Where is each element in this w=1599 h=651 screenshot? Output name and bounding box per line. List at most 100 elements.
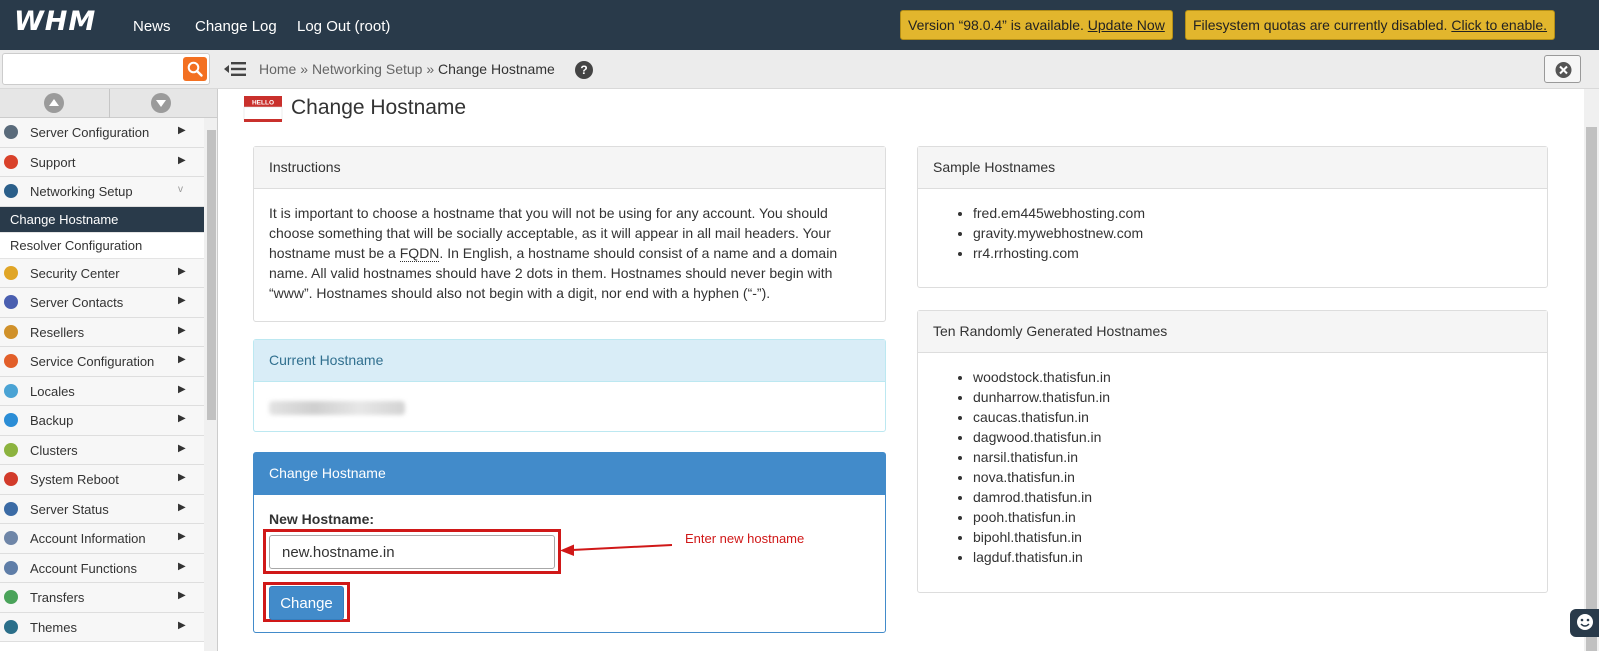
sidebar-subitem-resolver-configuration[interactable]: Resolver Configuration [0,232,204,259]
sidebar-item-label: Clusters [30,442,78,458]
breadcrumb-bar: Home » Networking Setup » Change Hostnam… [0,50,1599,89]
sidebar-scroll-down-button[interactable] [151,93,171,113]
breadcrumb-home[interactable]: Home [259,61,296,77]
expand-arrow-icon: ▶ [178,619,186,631]
sidebar-item-system-reboot[interactable]: System Reboot ▶ [0,465,204,495]
instructions-text: It is important to choose a hostname tha… [254,189,885,317]
page-scrollbar-thumb[interactable] [1586,127,1597,651]
expand-arrow-icon: ▶ [178,442,186,454]
sidebar-item-label: Backup [30,413,74,428]
sample-hostname-item: rr4.rrhosting.com [973,243,1532,263]
sidebar-subitem-change-hostname[interactable]: Change Hostname [0,206,204,233]
random-hostnames-heading: Ten Randomly Generated Hostnames [918,311,1547,353]
sidebar-item-icon [4,154,18,169]
new-hostname-label: New Hostname: [269,511,375,527]
breadcrumb-networking-setup[interactable]: Networking Setup [312,61,423,77]
sidebar-item-label: Networking Setup [30,184,133,199]
sidebar: Server Configuration ▶ Support ▶ Networking … [0,89,218,651]
search-input[interactable] [2,53,210,85]
sidebar-item-label: Themes [30,619,77,635]
close-button[interactable] [1544,55,1581,83]
random-hostname-item: dagwood.thatisfun.in [973,427,1532,447]
random-hostname-item: damrod.thatisfun.in [973,487,1532,507]
nav-logout-link[interactable]: Log Out (root) [297,18,390,35]
sidebar-item-label: System Reboot [30,472,119,487]
sidebar-item-icon [4,354,18,368]
sample-hostnames-list: fred.em445webhosting.comgravity.mywebhos… [933,203,1532,263]
change-hostname-button[interactable]: Change [269,586,344,620]
help-icon[interactable]: ? [575,61,593,79]
breadcrumb: Home » Networking Setup » Change Hostnam… [259,61,555,77]
top-bar: WHM News Change Log Log Out (root) Versi… [0,0,1599,50]
sidebar-scrollbar-thumb[interactable] [207,130,216,420]
whm-logo[interactable]: WHM [14,6,96,37]
sidebar-divider [109,89,110,118]
sample-hostnames-body: fred.em445webhosting.comgravity.mywebhos… [918,189,1547,277]
update-now-link[interactable]: Update Now [1088,17,1165,33]
sidebar-item-account-information[interactable]: Account Information ▶ [0,524,204,554]
current-hostname-body [254,382,885,434]
breadcrumb-separator: » [300,61,309,77]
sidebar-item-server-configuration[interactable]: Server Configuration ▶ [0,118,204,148]
expand-arrow-icon: ▶ [178,383,186,395]
sidebar-item-icon [4,413,18,427]
sidebar-item-label: Security Center [30,265,120,281]
sidebar-item-support[interactable]: Support ▶ [0,147,204,177]
fqdn-abbreviation: FQDN [399,245,440,262]
sidebar-item-label: Server Configuration [30,125,150,140]
sidebar-item-transfers[interactable]: Transfers ▶ [0,583,204,613]
sidebar-item-label: Resellers [30,324,85,340]
page-scrollbar[interactable] [1584,89,1599,651]
sidebar-scrollbar[interactable] [204,118,217,651]
sidebar-item-locales[interactable]: Locales ▶ [0,376,204,406]
expand-arrow-icon: ▶ [178,324,186,336]
expand-arrow-icon: ▶ [178,560,186,572]
current-hostname-panel: Current Hostname [253,339,886,432]
sidebar-item-security-center[interactable]: Security Center ▶ [0,258,204,288]
current-hostname-heading: Current Hostname [254,340,885,382]
sidebar-item-icon [4,531,18,545]
menu-collapse-icon[interactable] [224,59,246,79]
expand-arrow-icon: ▶ [178,472,186,483]
quota-notice: Filesystem quotas are currently disabled… [1185,10,1556,40]
sidebar-item-icon [4,295,18,309]
sidebar-scroll-up-button[interactable] [44,93,64,113]
random-hostname-item: pooh.thatisfun.in [973,507,1532,527]
sample-hostnames-heading: Sample Hostnames [918,147,1547,189]
instructions-panel: Instructions It is important to choose a… [253,146,886,322]
chevron-down-icon [156,100,166,107]
nav-changelog-link[interactable]: Change Log [195,18,277,35]
expand-arrow-icon: ▶ [178,265,186,277]
sidebar-item-server-contacts[interactable]: Server Contacts ▶ [0,288,204,318]
expand-arrow-icon: ▶ [178,154,186,166]
current-hostname-value-redacted [269,401,405,415]
sidebar-item-label: Account Information [30,531,146,546]
sidebar-item-icon [4,501,18,516]
sidebar-item-label: Account Functions [30,560,137,576]
sidebar-item-icon [4,442,18,457]
random-hostname-item: nova.thatisfun.in [973,467,1532,487]
version-notice: Version “98.0.4” is available. Update No… [900,10,1173,40]
expand-arrow-icon: ▶ [178,531,186,542]
nav-news-link[interactable]: News [133,18,171,35]
sidebar-item-themes[interactable]: Themes ▶ [0,612,204,642]
sidebar-item-server-status[interactable]: Server Status ▶ [0,494,204,524]
sidebar-item-label: Support [30,154,76,170]
sidebar-item-backup[interactable]: Backup ▶ [0,406,204,436]
hello-badge-icon: HELLO [243,96,283,122]
sidebar-item-networking-setup[interactable]: Networking Setup v [0,177,204,207]
sidebar-item-account-functions[interactable]: Account Functions ▶ [0,553,204,583]
random-hostnames-body: woodstock.thatisfun.indunharrow.thatisfu… [918,353,1547,581]
sidebar-item-resellers[interactable]: Resellers ▶ [0,317,204,347]
expand-arrow-icon: ▶ [178,590,186,601]
sidebar-item-service-configuration[interactable]: Service Configuration ▶ [0,347,204,377]
sidebar-item-clusters[interactable]: Clusters ▶ [0,435,204,465]
random-hostname-item: caucas.thatisfun.in [973,407,1532,427]
sidebar-item-icon [4,265,18,280]
sidebar-item-label: Server Status [30,501,109,517]
chat-button[interactable] [1570,609,1599,637]
new-hostname-input[interactable] [269,535,555,569]
random-hostname-item: lagduf.thatisfun.in [973,547,1532,567]
enable-quotas-link[interactable]: Click to enable. [1451,17,1547,33]
search-button[interactable] [183,57,207,81]
